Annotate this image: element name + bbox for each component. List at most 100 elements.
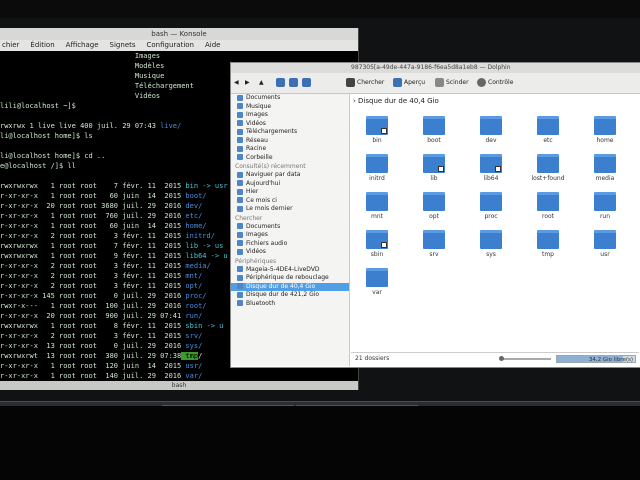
up-arrow-icon[interactable]: ▲ <box>259 78 264 88</box>
folder-name: srv <box>429 251 439 258</box>
folder-icon <box>480 154 502 173</box>
places-item[interactable]: Périphérique de rebouclage <box>231 274 349 283</box>
zoom-slider[interactable] <box>499 356 551 361</box>
konsole-menu-item[interactable]: Aide <box>205 41 220 49</box>
places-item-label: Images <box>246 231 268 238</box>
places-item[interactable]: Musique <box>231 103 349 112</box>
folder-item[interactable]: sbin <box>359 230 395 258</box>
places-item[interactable]: Disque dur de 421,2 Gio <box>231 291 349 300</box>
place-icon <box>237 240 243 246</box>
folder-item[interactable]: opt <box>416 192 452 220</box>
places-item[interactable]: Bluetooth <box>231 300 349 309</box>
breadcrumb[interactable]: › Disque dur de 40,4 Gio <box>353 96 639 106</box>
places-item-label: Documents <box>246 94 281 101</box>
preview-button[interactable]: Aperçu <box>393 78 425 88</box>
konsole-menu-item[interactable]: Affichage <box>66 41 99 49</box>
folder-item[interactable]: sys <box>473 230 509 258</box>
details-view-icon[interactable] <box>302 78 313 88</box>
konsole-menu-item[interactable]: Configuration <box>147 41 194 49</box>
place-icon <box>237 94 243 101</box>
folder-name: dev <box>485 137 497 144</box>
folder-item[interactable]: root <box>530 192 566 220</box>
place-icon <box>237 120 243 126</box>
places-item[interactable]: Ce mois ci <box>231 197 349 206</box>
dolphin-toolbar: ◀ ▶ ▲ Chercher Aperçu Scinder Contrôle <box>231 73 640 94</box>
folder-item[interactable]: bin <box>359 116 395 144</box>
places-item-label: Fichiers audio <box>246 239 288 247</box>
back-arrow-icon[interactable]: ◀ <box>234 78 239 88</box>
places-item[interactable]: Images <box>231 231 349 240</box>
folder-icon <box>537 116 559 135</box>
places-item[interactable]: Naviguer par data <box>231 171 349 180</box>
folder-count: 21 dossiers <box>355 355 390 362</box>
folder-item[interactable]: home <box>587 116 623 144</box>
folder-item[interactable]: usr <box>587 230 623 258</box>
folder-name: lib <box>430 175 438 182</box>
folder-item[interactable]: dev <box>473 116 509 144</box>
konsole-titlebar: bash — Konsole <box>0 28 358 40</box>
places-item-label: Corbeille <box>246 153 273 161</box>
folder-item[interactable]: lost+found <box>530 154 566 182</box>
folder-item[interactable]: srv <box>416 230 452 258</box>
folder-item[interactable]: proc <box>473 192 509 220</box>
terminal-entry-name: tmp <box>181 352 199 360</box>
dolphin-window[interactable]: 987305[a-49de-447a-9186-f6ea5d8a1eb8 — D… <box>230 62 640 368</box>
places-item[interactable]: Disque dur de 40,4 Gio <box>231 282 349 291</box>
control-button[interactable]: Contrôle <box>477 78 513 88</box>
search-button[interactable]: Chercher <box>346 78 384 88</box>
places-item[interactable]: Le mois dernier <box>231 205 349 214</box>
places-item-label: Vidéos <box>246 119 266 127</box>
folder-icon <box>594 192 616 211</box>
folder-item[interactable]: initrd <box>359 154 395 182</box>
places-item[interactable]: Racine <box>231 145 349 154</box>
konsole-menu-item[interactable]: Édition <box>30 41 54 49</box>
konsole-menu-item[interactable]: Signets <box>110 41 136 49</box>
places-item[interactable]: Documents <box>231 223 349 232</box>
places-item[interactable]: Images <box>231 111 349 120</box>
places-item[interactable]: Vidéos <box>231 120 349 129</box>
terminal-text: r-xr-xr-x 1 root root 760 juil. 29 2016 <box>0 212 182 220</box>
places-item[interactable]: Réseau <box>231 137 349 146</box>
folder-item[interactable]: run <box>587 192 623 220</box>
places-item-label: Musique <box>246 102 272 110</box>
split-button[interactable]: Scinder <box>435 78 469 88</box>
places-item-label: Le mois dernier <box>246 205 293 212</box>
place-icon <box>237 274 243 281</box>
folder-item[interactable]: lib64 <box>473 154 509 182</box>
compact-view-icon[interactable] <box>289 78 300 88</box>
folder-icon <box>366 116 388 135</box>
folder-item[interactable]: var <box>359 268 395 296</box>
places-item[interactable]: Vidéos <box>231 248 349 257</box>
terminal-text: r-xr-xr-x 145 root root 0 juil. 29 2016 <box>0 292 182 300</box>
terminal-text: rwxrwxrwx 1 root root 8 févr. 11 2015 <box>0 322 182 330</box>
folder-item[interactable]: mnt <box>359 192 395 220</box>
place-icon <box>237 283 243 289</box>
places-item[interactable]: Fichiers audio <box>231 240 349 249</box>
place-icon <box>237 188 243 195</box>
terminal-text: r-xr-xr-x 1 root root 140 juil. 29 2016 <box>0 372 182 380</box>
folder-item[interactable]: media <box>587 154 623 182</box>
folder-name: run <box>599 213 611 220</box>
folder-item[interactable]: lib <box>416 154 452 182</box>
folder-item[interactable]: tmp <box>530 230 566 258</box>
forward-arrow-icon[interactable]: ▶ <box>245 78 250 88</box>
places-item[interactable]: Téléchargements <box>231 128 349 137</box>
konsole-menu-item[interactable]: chier <box>2 41 19 49</box>
place-icon <box>237 137 243 143</box>
konsole-tab-bash[interactable]: bash <box>0 381 358 390</box>
folder-item[interactable]: boot <box>416 116 452 144</box>
places-item[interactable]: Aujourd'hui <box>231 180 349 189</box>
places-item[interactable]: Hier <box>231 188 349 197</box>
terminal-text: Modèles <box>0 62 165 70</box>
terminal-entry-name: lib -> us <box>181 242 224 250</box>
terminal-text: r-xr-xr-x 1 root root 60 juin 14 2015 <box>0 222 182 230</box>
terminal-entry-name: mnt/ <box>181 272 203 280</box>
folder-name: root <box>541 213 555 220</box>
folder-item[interactable]: etc <box>530 116 566 144</box>
places-item[interactable]: Corbeille <box>231 154 349 163</box>
icons-view-icon[interactable] <box>276 78 287 88</box>
places-item[interactable]: Mageia-5-4DE4-LiveDVD <box>231 266 349 275</box>
places-panel: Documents Musique Images Vidéos Téléchargeme… <box>231 94 350 366</box>
places-item[interactable]: Documents <box>231 94 349 103</box>
folder-name: lost+found <box>531 175 565 182</box>
